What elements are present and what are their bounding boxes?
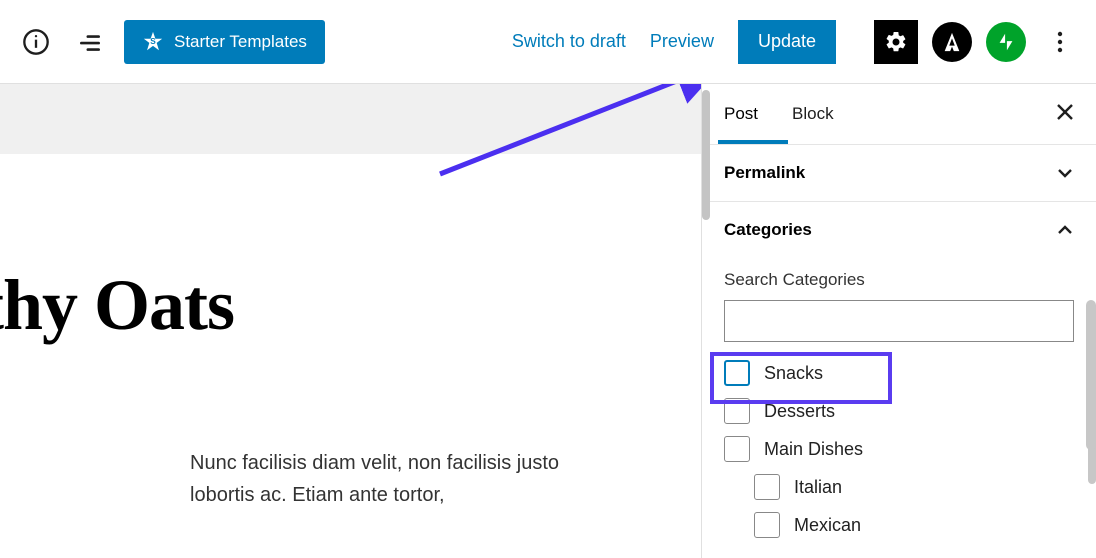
category-label: Snacks (764, 363, 823, 384)
editor-topbar: S Starter Templates Switch to draft Prev… (0, 0, 1096, 84)
category-checkbox-desserts[interactable] (724, 398, 750, 424)
page-scrollbar[interactable] (1086, 90, 1096, 550)
sidebar-tabs: Post Block (702, 84, 1096, 144)
astra-icon[interactable] (932, 22, 972, 62)
category-item: Main Dishes (724, 430, 1074, 468)
outline-icon[interactable] (70, 22, 110, 62)
switch-to-draft-link[interactable]: Switch to draft (512, 31, 626, 52)
kebab-icon (1057, 30, 1063, 54)
categories-panel-body: Search Categories Snacks Desserts Main D… (702, 258, 1096, 554)
chevron-down-icon (1056, 164, 1074, 182)
category-label: Desserts (764, 401, 835, 422)
category-item: Italian (724, 468, 1074, 506)
category-checkbox-mexican[interactable] (754, 512, 780, 538)
settings-button[interactable] (874, 20, 918, 64)
categories-label: Categories (724, 220, 812, 240)
category-checkbox-main-dishes[interactable] (724, 436, 750, 462)
tab-post[interactable]: Post (724, 104, 758, 124)
category-checkbox-italian[interactable] (754, 474, 780, 500)
search-categories-input[interactable] (724, 300, 1074, 342)
permalink-label: Permalink (724, 163, 805, 183)
more-options-button[interactable] (1040, 22, 1080, 62)
category-checkbox-snacks[interactable] (724, 360, 750, 386)
settings-sidebar: Post Block Permalink Categories Search C… (701, 84, 1096, 558)
jetpack-icon[interactable] (986, 22, 1026, 62)
update-button[interactable]: Update (738, 20, 836, 64)
chevron-up-icon (1056, 221, 1074, 239)
close-icon (1056, 103, 1074, 121)
categories-list: Snacks Desserts Main Dishes Italian Mexi… (724, 354, 1074, 544)
search-categories-label: Search Categories (724, 270, 1074, 290)
post-paragraph[interactable]: Nunc facilisis diam velit, non facilisis… (190, 447, 610, 511)
categories-panel-toggle[interactable]: Categories (702, 201, 1096, 258)
editor-canvas[interactable]: thy Oats Nunc facilisis diam velit, non … (0, 84, 701, 558)
category-item: Snacks (724, 354, 1074, 392)
starter-templates-label: Starter Templates (174, 32, 307, 52)
category-item: Desserts (724, 392, 1074, 430)
tab-block[interactable]: Block (792, 104, 834, 124)
category-item: Mexican (724, 506, 1074, 544)
info-icon[interactable] (16, 22, 56, 62)
gear-icon (884, 30, 908, 54)
category-label: Main Dishes (764, 439, 863, 460)
close-sidebar-button[interactable] (1056, 101, 1074, 127)
post-title[interactable]: thy Oats (0, 264, 701, 347)
category-label: Mexican (794, 515, 861, 536)
starter-templates-button[interactable]: S Starter Templates (124, 20, 325, 64)
sidebar-scrollbar[interactable] (702, 84, 710, 558)
permalink-panel-toggle[interactable]: Permalink (702, 144, 1096, 201)
category-label: Italian (794, 477, 842, 498)
editor-top-spacer (0, 84, 701, 154)
svg-text:S: S (150, 36, 156, 45)
starter-templates-icon: S (142, 31, 164, 53)
preview-link[interactable]: Preview (650, 31, 714, 52)
